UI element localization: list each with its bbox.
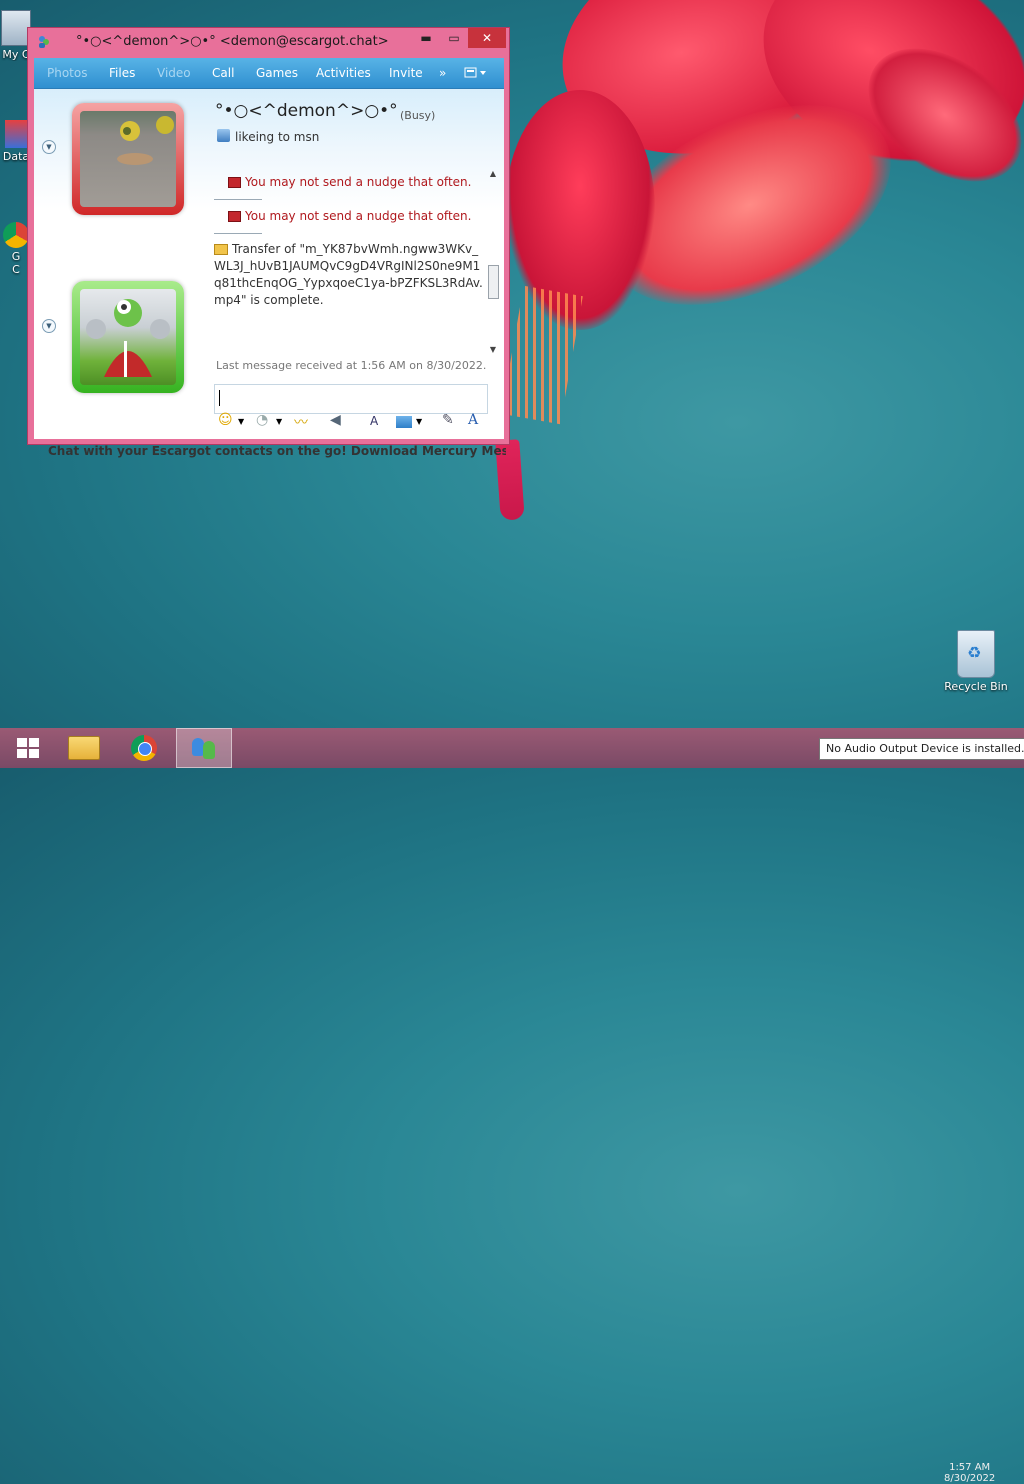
contact-display-picture[interactable]: [72, 103, 184, 215]
title-bar[interactable]: °•○<^demon^>○•° <demon@escargot.chat> ▬ …: [28, 28, 509, 56]
message-history: You may not send a nudge that often. You…: [214, 169, 486, 359]
toolbar-photos[interactable]: Photos: [47, 66, 87, 80]
conversation-area: ▼ ▼ °•○<^demon^>○•° (Busy) likeing to ms…: [34, 89, 504, 414]
nudge-error-icon: [228, 177, 241, 188]
audio-tooltip: No Audio Output Device is installed.: [819, 738, 1024, 760]
toolbar-menu-icon[interactable]: [464, 66, 488, 80]
collapse-icon[interactable]: ▼: [42, 140, 56, 154]
voice-clip-icon[interactable]: ◀: [330, 412, 341, 428]
my-display-picture[interactable]: [72, 281, 184, 393]
scroll-down-arrow-icon[interactable]: ▼: [486, 345, 500, 357]
toolbar-files[interactable]: Files: [109, 66, 135, 80]
font-icon[interactable]: A: [370, 414, 378, 428]
close-button[interactable]: ✕: [468, 28, 506, 48]
minimize-button[interactable]: ▬: [412, 28, 440, 48]
personal-message-icon: [217, 129, 230, 142]
start-button[interactable]: [0, 728, 56, 768]
nudge-error-icon: [228, 211, 241, 222]
scroll-up-arrow-icon[interactable]: ▲: [486, 169, 500, 181]
clock[interactable]: 1:57 AM 8/30/2022: [944, 1462, 995, 1484]
background-icon[interactable]: [396, 416, 412, 428]
handwriting-icon[interactable]: ✎: [442, 412, 454, 428]
taskbar-chrome[interactable]: [116, 728, 172, 768]
desktop-icon-recycle-bin[interactable]: Recycle Bin: [940, 630, 1012, 693]
background-dropdown-icon[interactable]: ▼: [416, 417, 422, 426]
folder-icon: [68, 736, 100, 760]
toolbar-invite[interactable]: Invite: [389, 66, 423, 80]
chrome-icon: [3, 222, 29, 248]
message-separator: [214, 233, 262, 234]
messenger-icon: [190, 736, 218, 760]
toolbar-call[interactable]: Call: [212, 66, 234, 80]
system-message-text: You may not send a nudge that often.: [245, 209, 472, 223]
toolbar-video[interactable]: Video: [157, 66, 191, 80]
text-caret: [219, 390, 220, 406]
data-icon: [5, 120, 27, 148]
maximize-button[interactable]: ▭: [440, 28, 468, 48]
toolbar-overflow[interactable]: »: [439, 66, 446, 80]
formatting-toolbar: ☺ ▼ ◔ ▼ 〰 ◀ A ▼ ✎ A: [214, 410, 486, 434]
chrome-icon: [131, 735, 157, 761]
windows-logo-icon: [17, 738, 39, 758]
contact-personal-message: likeing to msn: [235, 130, 320, 144]
message-separator: [214, 199, 262, 200]
contact-name: °•○<^demon^>○•°: [215, 101, 398, 121]
text-style-icon[interactable]: A: [468, 412, 478, 428]
footer-banner[interactable]: Chat with your Escargot contacts on the …: [48, 444, 506, 458]
messenger-app-icon[interactable]: [37, 35, 51, 49]
clock-date: 8/30/2022: [944, 1473, 996, 1484]
desktop-icon-label: Data: [2, 150, 30, 163]
last-message-timestamp: Last message received at 1:56 AM on 8/30…: [216, 359, 487, 372]
toolbar-activities[interactable]: Activities: [316, 66, 371, 80]
wink-dropdown-icon[interactable]: ▼: [276, 417, 282, 426]
emoticon-icon[interactable]: ☺: [218, 412, 233, 428]
recycle-bin-icon: [957, 630, 995, 678]
emoticon-dropdown-icon[interactable]: ▼: [238, 417, 244, 426]
messenger-chat-window: °•○<^demon^>○•° <demon@escargot.chat> ▬ …: [27, 27, 510, 458]
contact-photo: [80, 111, 176, 207]
system-message-text: You may not send a nudge that often.: [245, 175, 472, 189]
wink-icon[interactable]: ◔: [256, 412, 268, 428]
contact-status: (Busy): [400, 109, 436, 122]
taskbar-file-explorer[interactable]: [56, 728, 112, 768]
clock-time: 1:57 AM: [949, 1462, 991, 1473]
nudge-icon[interactable]: 〰: [294, 412, 308, 432]
window-title: °•○<^demon^>○•° <demon@escargot.chat>: [76, 34, 389, 49]
taskbar-messenger[interactable]: [176, 728, 232, 768]
my-photo: [80, 289, 176, 385]
folder-icon: [214, 244, 228, 255]
recycle-bin-label: Recycle Bin: [944, 680, 1008, 693]
toolbar-games[interactable]: Games: [256, 66, 298, 80]
scroll-thumb[interactable]: [488, 265, 499, 299]
conversation-toolbar: Photos Files Video Call Games Activities…: [34, 58, 504, 89]
desktop-icon-label: My C: [2, 48, 30, 61]
window-client: Photos Files Video Call Games Activities…: [34, 58, 506, 458]
system-message: You may not send a nudge that often.: [228, 175, 471, 189]
message-scrollbar[interactable]: ▲ ▼: [486, 169, 500, 359]
file-transfer-text: Transfer of "m_YK87bvWmh.ngww3WKv_WL3J_h…: [214, 242, 483, 307]
collapse-icon[interactable]: ▼: [42, 319, 56, 333]
file-transfer-message: Transfer of "m_YK87bvWmh.ngww3WKv_WL3J_h…: [214, 241, 484, 309]
wallpaper-stamen-fringe: [501, 285, 583, 425]
system-message: You may not send a nudge that often.: [228, 209, 471, 223]
